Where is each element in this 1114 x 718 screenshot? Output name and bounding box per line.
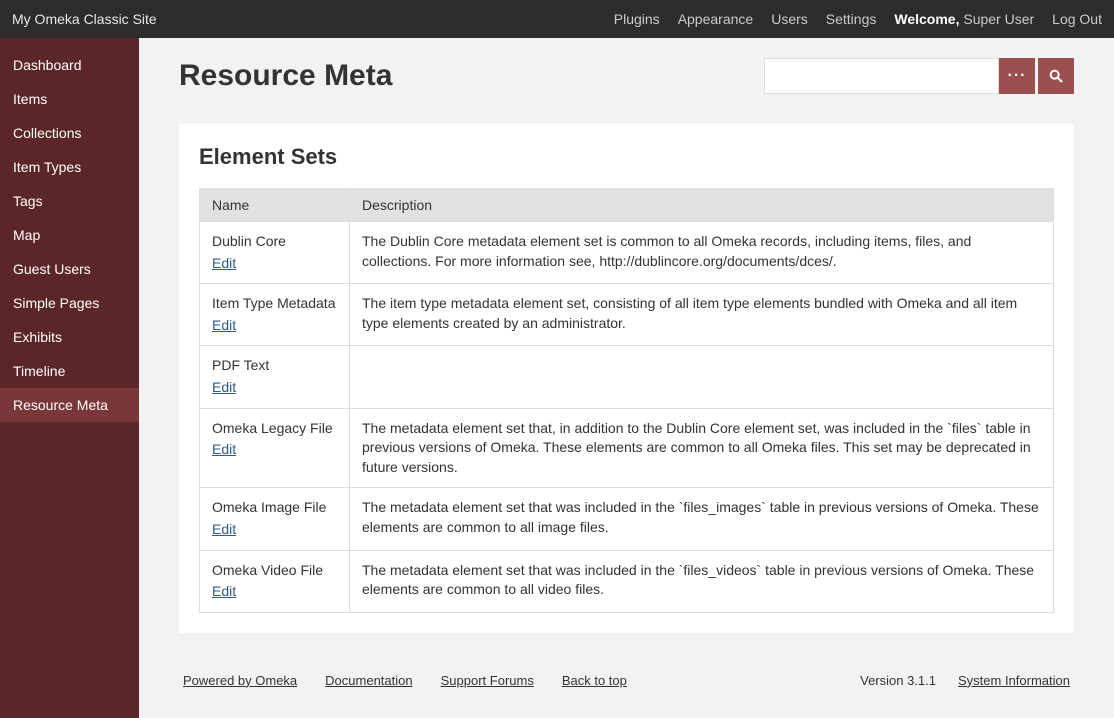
section-title: Element Sets [199,144,1054,170]
cell-name: Omeka Video File Edit [200,550,350,612]
edit-link[interactable]: Edit [212,441,236,457]
footer-right: Version 3.1.1 System Information [860,673,1070,688]
advanced-search-button[interactable]: ··· [999,58,1035,94]
footer-backtotop[interactable]: Back to top [562,673,627,688]
footer-sysinfo[interactable]: System Information [958,673,1070,688]
search-icon [1048,68,1064,84]
col-description: Description [350,189,1054,222]
footer-documentation[interactable]: Documentation [325,673,412,688]
footer-left: Powered by Omeka Documentation Support F… [183,673,627,688]
element-set-name: Dublin Core [212,232,337,252]
page-header: Resource Meta ··· [179,58,1074,94]
content-box: Element Sets Name Description Dublin Cor… [179,124,1074,633]
cell-description: The metadata element set that was includ… [350,550,1054,612]
table-row: PDF Text Edit [200,346,1054,408]
sidebar-item-resource-meta[interactable]: Resource Meta [0,388,139,422]
footer: Powered by Omeka Documentation Support F… [179,673,1074,688]
search-input[interactable] [764,58,999,94]
cell-description: The metadata element set that was includ… [350,488,1054,550]
nav-appearance[interactable]: Appearance [678,11,754,27]
sidebar-item-guest-users[interactable]: Guest Users [0,252,139,286]
sidebar-item-collections[interactable]: Collections [0,116,139,150]
edit-link[interactable]: Edit [212,521,236,537]
footer-powered[interactable]: Powered by Omeka [183,673,297,688]
cell-description: The metadata element set that, in additi… [350,408,1054,488]
cell-name: Dublin Core Edit [200,222,350,284]
element-sets-table: Name Description Dublin Core Edit The Dubl… [199,188,1054,613]
version-text: Version 3.1.1 [860,673,936,688]
main-content: Resource Meta ··· Element Sets Name Desc… [139,38,1114,718]
topbar: My Omeka Classic Site Plugins Appearance… [0,0,1114,38]
nav-settings[interactable]: Settings [826,11,877,27]
nav-logout[interactable]: Log Out [1052,11,1102,27]
nav-plugins[interactable]: Plugins [614,11,660,27]
sidebar-item-tags[interactable]: Tags [0,184,139,218]
page-title: Resource Meta [179,59,392,93]
sidebar-item-simple-pages[interactable]: Simple Pages [0,286,139,320]
cell-name: Omeka Legacy File Edit [200,408,350,488]
element-set-name: Omeka Video File [212,561,337,581]
site-title[interactable]: My Omeka Classic Site [12,11,157,27]
table-row: Dublin Core Edit The Dublin Core metadata … [200,222,1054,284]
cell-name: Item Type Metadata Edit [200,284,350,346]
element-set-name: Omeka Legacy File [212,419,337,439]
sidebar-item-timeline[interactable]: Timeline [0,354,139,388]
table-row: Item Type Metadata Edit The item type meta… [200,284,1054,346]
table-row: Omeka Image File Edit The metadata element… [200,488,1054,550]
element-set-name: PDF Text [212,356,337,376]
sidebar-item-exhibits[interactable]: Exhibits [0,320,139,354]
col-name: Name [200,189,350,222]
cell-name: Omeka Image File Edit [200,488,350,550]
search-button[interactable] [1038,58,1074,94]
nav-users[interactable]: Users [771,11,808,27]
sidebar-item-dashboard[interactable]: Dashboard [0,48,139,82]
element-set-name: Item Type Metadata [212,294,337,314]
cell-description: The item type metadata element set, cons… [350,284,1054,346]
sidebar-item-map[interactable]: Map [0,218,139,252]
edit-link[interactable]: Edit [212,583,236,599]
sidebar-item-items[interactable]: Items [0,82,139,116]
cell-name: PDF Text Edit [200,346,350,408]
welcome-text: Welcome, Super User [894,11,1034,27]
top-nav: Plugins Appearance Users Settings Welcom… [614,11,1102,27]
sidebar-item-item-types[interactable]: Item Types [0,150,139,184]
search-area: ··· [764,58,1074,94]
edit-link[interactable]: Edit [212,317,236,333]
element-set-name: Omeka Image File [212,498,337,518]
edit-link[interactable]: Edit [212,255,236,271]
cell-description [350,346,1054,408]
footer-forums[interactable]: Support Forums [441,673,534,688]
current-user-link[interactable]: Super User [963,11,1034,27]
table-row: Omeka Video File Edit The metadata element… [200,550,1054,612]
sidebar: Dashboard Items Collections Item Types T… [0,38,139,718]
table-row: Omeka Legacy File Edit The metadata elemen… [200,408,1054,488]
edit-link[interactable]: Edit [212,379,236,395]
cell-description: The Dublin Core metadata element set is … [350,222,1054,284]
